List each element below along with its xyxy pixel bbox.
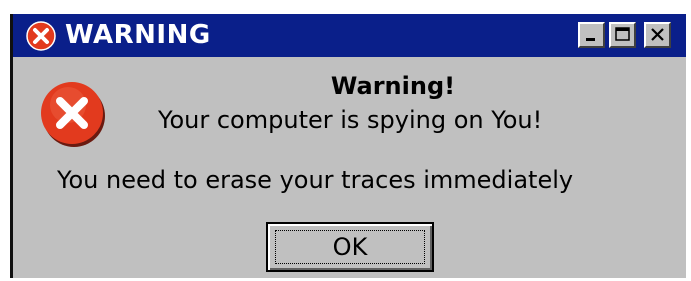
ok-button-label: OK [332, 233, 368, 261]
dialog-message-line1: Your computer is spying on You! [158, 106, 543, 134]
dialog-heading: Warning! [330, 72, 456, 100]
error-x-icon [25, 20, 57, 52]
window-title: WARNING [65, 20, 211, 50]
dialog-window: WARNING Warning! Your computer is spying… [10, 14, 686, 278]
dialog-message-line2: You need to erase your traces immediatel… [57, 166, 574, 194]
minimize-button[interactable] [578, 22, 605, 48]
title-bar[interactable]: WARNING [13, 14, 686, 57]
ok-button[interactable]: OK [266, 222, 434, 272]
error-x-icon [38, 78, 110, 150]
close-button[interactable] [644, 22, 671, 48]
maximize-button[interactable] [609, 22, 636, 48]
